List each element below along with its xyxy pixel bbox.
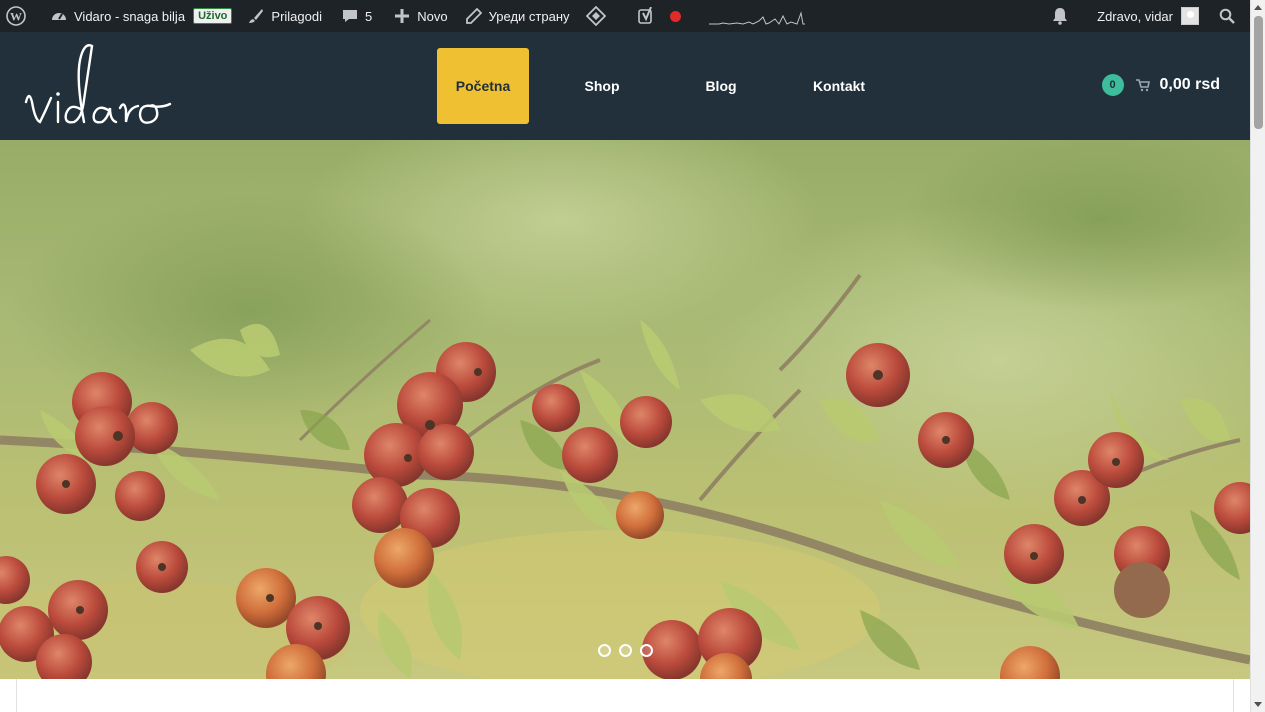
- bell-icon: [1050, 6, 1070, 26]
- notifications-button[interactable]: [1044, 0, 1091, 32]
- plugin-diamond-menu[interactable]: [576, 0, 617, 32]
- slider-dot-3[interactable]: [640, 644, 653, 657]
- cart-total: 0,00 rsd: [1159, 76, 1220, 93]
- new-label: Novo: [417, 8, 448, 24]
- hero-image: [0, 140, 1250, 679]
- customize-label: Prilagodi: [271, 8, 322, 24]
- nav-item-pocetna[interactable]: Početna: [437, 48, 529, 124]
- slider-dot-2[interactable]: [619, 644, 632, 657]
- admin-bar: W Vidaro - snaga bilja Uživo Prilagodi 5…: [0, 0, 1250, 32]
- cart-icon: [1135, 79, 1150, 92]
- nav-item-blog[interactable]: Blog: [675, 48, 767, 124]
- hero-slider: [0, 140, 1250, 679]
- dashboard-icon: [49, 6, 69, 26]
- edit-page-label: Уреди страну: [488, 8, 570, 24]
- admin-search-button[interactable]: [1211, 0, 1250, 32]
- yoast-menu[interactable]: [617, 0, 695, 32]
- pencil-icon: [464, 6, 484, 26]
- main-nav: Početna Shop Blog Kontakt: [437, 48, 911, 124]
- new-content-menu[interactable]: Novo: [378, 0, 453, 32]
- site-name-menu[interactable]: Vidaro - snaga bilja Uživo: [37, 0, 238, 32]
- wordpress-icon: W: [6, 6, 26, 26]
- account-menu[interactable]: Zdravo, vidar: [1091, 0, 1211, 32]
- scrollbar-thumb[interactable]: [1254, 16, 1263, 129]
- live-badge: Uživo: [193, 8, 233, 24]
- record-icon: [669, 10, 681, 22]
- scroll-down-arrow-icon[interactable]: [1254, 702, 1262, 707]
- page-scrollbar[interactable]: [1250, 0, 1265, 712]
- svg-text:W: W: [10, 10, 22, 24]
- nav-item-kontakt[interactable]: Kontakt: [767, 48, 911, 124]
- comment-icon: [340, 6, 360, 26]
- greeting: Zdravo, vidar: [1097, 8, 1173, 24]
- stats-sparkline[interactable]: [708, 7, 805, 25]
- plus-icon: [392, 6, 412, 26]
- edit-page-link[interactable]: Уреди страну: [454, 0, 576, 32]
- slider-dots: [598, 644, 653, 657]
- customize-link[interactable]: Prilagodi: [238, 0, 328, 32]
- nav-item-shop[interactable]: Shop: [529, 48, 675, 124]
- scroll-up-arrow-icon[interactable]: [1254, 5, 1262, 10]
- cart-widget[interactable]: 0 0,00 rsd: [1101, 74, 1220, 96]
- search-icon: [1217, 6, 1237, 26]
- site-name: Vidaro - snaga bilja: [74, 8, 186, 24]
- comments-link[interactable]: 5: [328, 0, 378, 32]
- avatar: [1181, 7, 1199, 25]
- brush-icon: [246, 6, 266, 26]
- wordpress-menu[interactable]: W: [0, 0, 37, 32]
- site-header: Početna Shop Blog Kontakt 0 0,00 rsd: [0, 32, 1250, 140]
- yoast-icon: [637, 6, 657, 26]
- slider-dot-1[interactable]: [598, 644, 611, 657]
- vidaro-logo[interactable]: [20, 40, 180, 132]
- comments-count: 5: [365, 8, 373, 24]
- content-area: [16, 679, 1234, 712]
- cart-count-badge: 0: [1101, 74, 1124, 96]
- diamond-icon: [585, 6, 606, 26]
